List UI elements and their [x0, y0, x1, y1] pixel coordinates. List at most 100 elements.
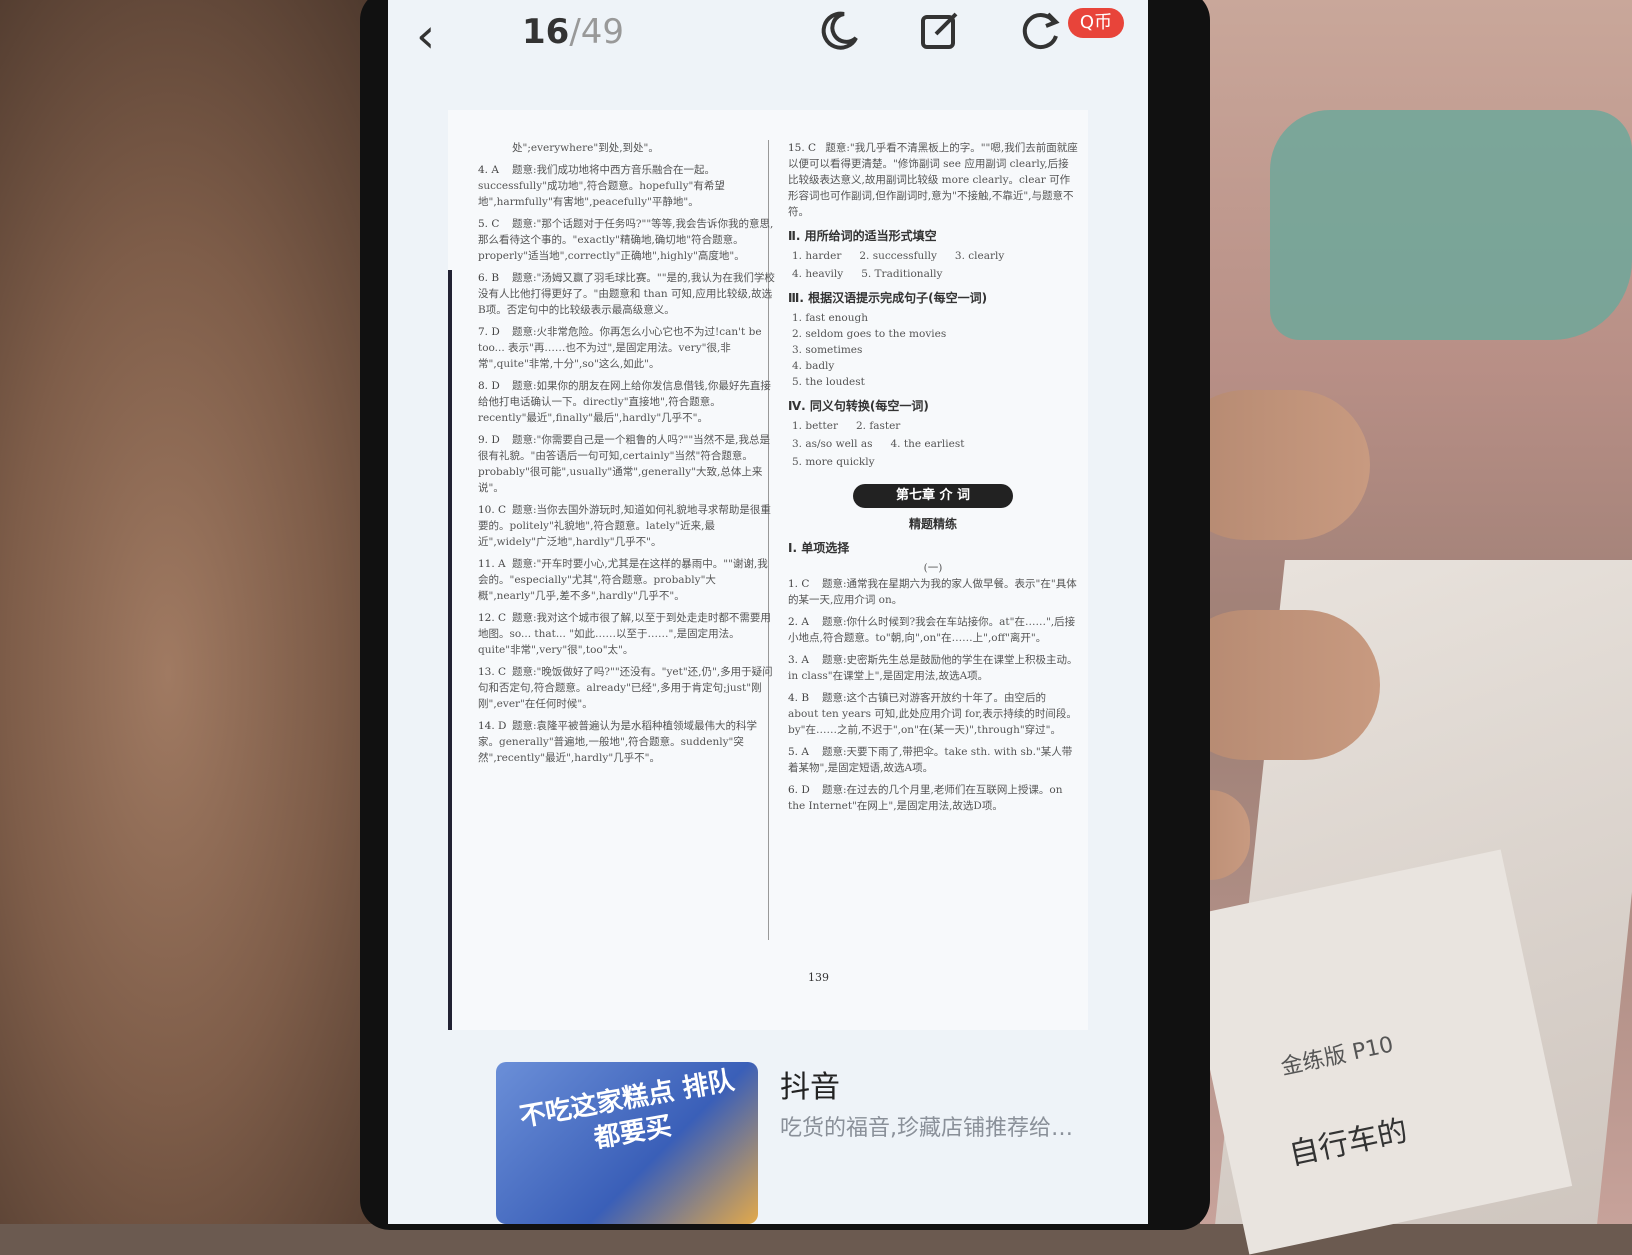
section-title: Ⅰ. 单项选择	[788, 541, 850, 555]
answer-cell: 5. Traditionally	[861, 268, 943, 280]
answer-cell: 5. more quickly	[792, 456, 875, 468]
edit-icon[interactable]	[918, 8, 964, 54]
answer-explanation: 题意:"我几乎看不清黑板上的字。""嗯,我们去前面就座以便可以看得更清楚。"修饰…	[788, 142, 1078, 218]
answer-explanation: 题意:这个古镇已对游客开放约十年了。由空后的 about ten years 可…	[788, 692, 1077, 736]
answer-row: 4. heavily 5. Traditionally	[792, 266, 1078, 282]
chapter-banner: 第七章 介 词	[853, 484, 1013, 508]
reader-toolbar: ‹ 16/49 Q币	[388, 0, 1148, 70]
answer-explanation: 题意:我们成功地将中西方音乐融合在一起。successfully"成功地",符合…	[478, 164, 725, 208]
answer-explanation: 题意:"晚饭做好了吗?""还没有。"yet"还,仍",多用于疑问句和否定句,符合…	[478, 666, 773, 710]
answer-item: 处";everywhere"到处,到处"。	[478, 140, 778, 156]
answer-explanation: 题意:你什么时候到?我会在车站接你。at"在……",后接小地点,符合题意。to"…	[788, 616, 1076, 644]
answer-explanation: 题意:"那个话题对于任务吗?""等等,我会告诉你我的意思,那么看待这个事的。"e…	[478, 218, 774, 262]
answer-item: 12. C 题意:我对这个城市很了解,以至于到处走走时都不需要用地图。so... …	[478, 610, 778, 658]
practice-title: 精题精练	[908, 517, 957, 531]
back-icon[interactable]: ‹	[416, 8, 435, 64]
answer-explanation: 题意:火非常危险。你再怎么小心它也不为过!can't be too... 表示"…	[478, 326, 762, 370]
refresh-icon[interactable]	[1018, 8, 1064, 54]
answer-explanation: 题意:通常我在星期六为我的家人做早餐。表示"在"具体的某一天,应用介词 on。	[788, 578, 1077, 606]
answer-cell: 1. better	[792, 420, 838, 432]
answer-item: 6. D 题意:在过去的几个月里,老师们在互联网上授课。on the Intern…	[788, 782, 1078, 814]
page-number: 139	[808, 971, 829, 984]
answer-row: 1. harder 2. successfully 3. clearly	[792, 248, 1078, 264]
answer-item: 5. A 题意:天要下雨了,带把伞。take sth. with sb."某人带着…	[788, 744, 1078, 776]
total-pages: /49	[569, 12, 625, 52]
answer-explanation: 题意:"汤姆又赢了羽毛球比赛。""是的,我认为在我们学校没有人比他打得更好了。"…	[478, 272, 775, 316]
ad-subtitle: 吃货的福音,珍藏店铺推荐给…	[780, 1116, 1073, 1141]
section-title: Ⅳ. 同义句转换(每空一词)	[788, 399, 929, 413]
background-towel	[1270, 110, 1632, 340]
answer-item: 10. C 题意:当你去国外游玩时,知道如何礼貌地寻求帮助是很重要的。polite…	[478, 502, 778, 550]
section-title: Ⅲ. 根据汉语提示完成句子(每空一词)	[788, 291, 988, 305]
answer-number: 14. D	[478, 720, 507, 732]
answer-explanation: 题意:史密斯先生总是鼓励他的学生在课堂上积极主动。in class"在课堂上",…	[788, 654, 1078, 682]
answer-explanation: 题意:天要下雨了,带把伞。take sth. with sb."某人带着某物",…	[788, 746, 1073, 774]
page-edge-bar	[448, 270, 452, 1030]
answer-line: 3. sometimes	[792, 344, 863, 356]
answer-number: 5. A	[788, 746, 809, 758]
answer-explanation: 题意:"你需要自己是一个粗鲁的人吗?""当然不是,我总是很有礼貌。"由答语后一句…	[478, 434, 770, 494]
answer-cell: 3. as/so well as	[792, 438, 873, 450]
answer-line: 5. the loudest	[792, 376, 865, 388]
current-page: 16	[522, 12, 570, 52]
answer-explanation: 题意:袁隆平被普遍认为是水稻种植领域最伟大的科学家。generally"普遍地,…	[478, 720, 758, 764]
answer-item: 1. C 题意:通常我在星期六为我的家人做早餐。表示"在"具体的某一天,应用介词 …	[788, 576, 1078, 608]
section-3-answers: 1. fast enough 2. seldom goes to the movi…	[788, 310, 1078, 390]
ad-title[interactable]: 抖音	[780, 1062, 840, 1106]
answer-cell: 2. faster	[855, 420, 901, 432]
right-column: 15. C 题意:"我几乎看不清黑板上的字。""嗯,我们去前面就座以便可以看得更…	[788, 140, 1078, 820]
answer-item: 13. C 题意:"晚饭做好了吗?""还没有。"yet"还,仍",多用于疑问句和否…	[478, 664, 778, 712]
answer-explanation: 题意:在过去的几个月里,老师们在互联网上授课。on the Internet"在…	[788, 784, 1063, 812]
section-2-answers: 1. harder 2. successfully 3. clearly 4. hea…	[788, 248, 1078, 282]
answer-number: 15. C	[788, 142, 817, 154]
answer-number: 13. C	[478, 666, 507, 678]
answer-number: 5. C	[478, 218, 500, 230]
background-booklet: 金练版 P10 自行车的	[1177, 849, 1573, 1255]
ad-image[interactable]: 不吃这家糕点 排队都要买	[496, 1062, 758, 1224]
answer-cell: 2. successfully	[859, 250, 937, 262]
answer-row: 3. as/so well as 4. the earliest	[792, 436, 1078, 452]
subsection-label: (一)	[923, 562, 943, 574]
answer-item: 4. A 题意:我们成功地将中西方音乐融合在一起。successfully"成功地…	[478, 162, 778, 210]
answer-line: 2. seldom goes to the movies	[792, 328, 947, 340]
answer-item: 11. A 题意:"开车时要小心,尤其是在这样的暴雨中。""谢谢,我会的。"esp…	[478, 556, 778, 604]
booklet-text: 自行车的	[1286, 1113, 1411, 1173]
answer-number: 7. D	[478, 326, 500, 338]
answer-cell: 4. the earliest	[890, 438, 965, 450]
ad-banner[interactable]: 不吃这家糕点 排队都要买 抖音 吃货的福音,珍藏店铺推荐给…	[388, 1040, 1148, 1224]
answer-item: 5. C 题意:"那个话题对于任务吗?""等等,我会告诉你我的意思,那么看待这个事…	[478, 216, 778, 264]
answer-number: 1. C	[788, 578, 810, 590]
answer-explanation: 题意:"开车时要小心,尤其是在这样的暴雨中。""谢谢,我会的。"especial…	[478, 558, 768, 602]
answer-number: 12. C	[478, 612, 507, 624]
answer-number: 4. B	[788, 692, 810, 704]
answer-explanation: 题意:当你去国外游玩时,知道如何礼貌地寻求帮助是很重要的。politely"礼貌…	[478, 504, 771, 548]
document-page: 处";everywhere"到处,到处"。 4. A 题意:我们成功地将中西方音乐融…	[448, 110, 1088, 1030]
answer-item: 7. D 题意:火非常危险。你再怎么小心它也不为过!can't be too...…	[478, 324, 778, 372]
answer-explanation: 题意:如果你的朋友在网上给你发信息借钱,你最好先直接给他打电话确认一下。dire…	[478, 380, 771, 424]
answer-number: 4. A	[478, 164, 499, 176]
answer-cell: 4. heavily	[792, 268, 844, 280]
section-1-answers: 1. C 题意:通常我在星期六为我的家人做早餐。表示"在"具体的某一天,应用介词 …	[788, 576, 1078, 814]
answer-item: 14. D 题意:袁隆平被普遍认为是水稻种植领域最伟大的科学家。generally…	[478, 718, 778, 766]
answer-row: 1. better 2. faster	[792, 418, 1078, 434]
answer-number: 3. A	[788, 654, 809, 666]
answer-cell: 3. clearly	[954, 250, 1005, 262]
booklet-label: 金练版 P10	[1278, 1032, 1396, 1081]
page-indicator: 16/49	[522, 12, 624, 52]
answer-number: 2. A	[788, 616, 809, 628]
answer-number: 6. B	[478, 272, 500, 284]
section-4-answers: 1. better 2. faster 3. as/so well as 4. the…	[788, 418, 1078, 470]
answer-item: 9. D 题意:"你需要自己是一个粗鲁的人吗?""当然不是,我总是很有礼貌。"由答…	[478, 432, 778, 496]
answer-item: 2. A 题意:你什么时候到?我会在车站接你。at"在……",后接小地点,符合题意…	[788, 614, 1078, 646]
answer-number: 10. C	[478, 504, 507, 516]
night-mode-icon[interactable]	[816, 8, 862, 54]
coin-badge[interactable]: Q币	[1068, 8, 1124, 38]
answer-number: 6. D	[788, 784, 810, 796]
answer-row: 5. more quickly	[792, 454, 1078, 470]
phone-screen: ‹ 16/49 Q币 处";everywhere"到处,到处"。 4. A 题意:我…	[388, 0, 1148, 1224]
answer-line: 4. badly	[792, 360, 835, 372]
left-column: 处";everywhere"到处,到处"。 4. A 题意:我们成功地将中西方音乐融…	[478, 140, 778, 772]
answer-item: 6. B 题意:"汤姆又赢了羽毛球比赛。""是的,我认为在我们学校没有人比他打得更…	[478, 270, 778, 318]
answer-explanation: 处";everywhere"到处,到处"。	[512, 142, 659, 154]
section-title: Ⅱ. 用所给词的适当形式填空	[788, 229, 937, 243]
